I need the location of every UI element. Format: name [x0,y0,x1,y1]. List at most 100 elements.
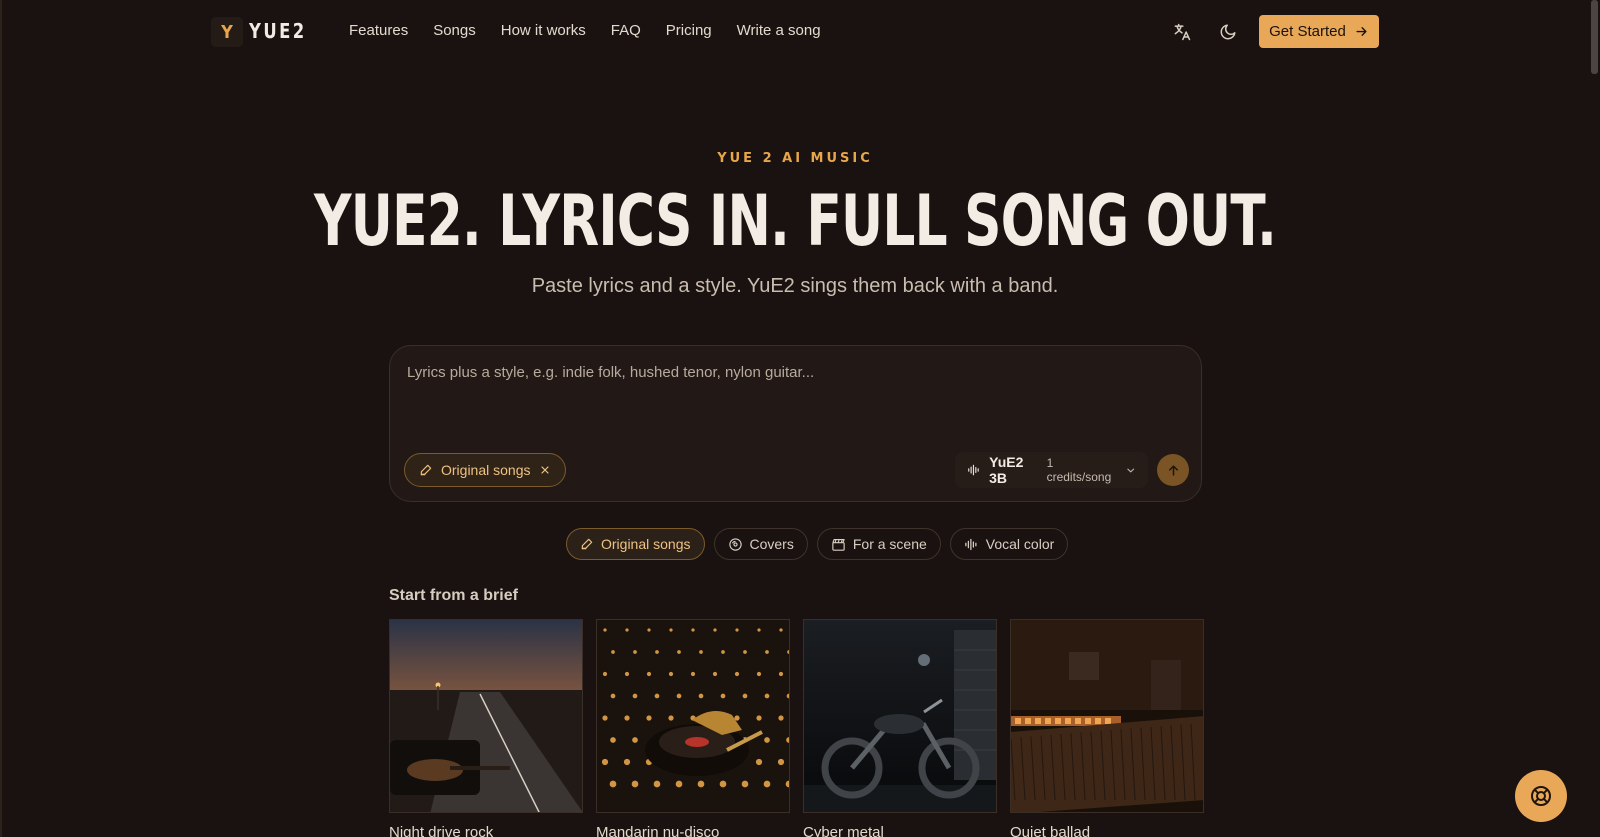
get-started-button[interactable]: Get Started [1259,15,1379,48]
send-button[interactable] [1157,454,1189,486]
mode-vocal-color[interactable]: Vocal color [949,528,1069,560]
chevron-down-icon [1126,468,1134,472]
disco-light-dot [763,780,771,788]
brief-title: Quiet ballad [1010,824,1091,837]
disco-light-dot [610,693,616,699]
nav-how-it-works[interactable]: How it works [501,22,586,39]
logo-mark[interactable]: Y [211,17,243,47]
disco-light-dot [632,693,638,699]
disco-light-dot [719,780,727,788]
disco-light-dot [675,780,683,788]
prompt-box: Original songs YuE2 3B 1 credits/song [389,345,1202,502]
disco-light-dot [734,671,740,677]
disco-floor-image [597,620,789,812]
mode-original-songs[interactable]: Original songs [566,528,705,560]
brief-title: Cyber metal [803,824,884,837]
mode-for-a-scene[interactable]: For a scene [816,528,941,560]
logo-text[interactable]: YUE2 [249,19,307,43]
lifebuoy-icon [1531,786,1551,806]
disco-light-dot [668,671,674,677]
mode-label: Vocal color [985,536,1055,552]
waveform-icon [965,538,977,550]
brief-card-quiet-ballad[interactable]: Quiet ballad [1010,619,1204,837]
disco-light-dot [655,650,659,654]
nav-features[interactable]: Features [349,22,408,39]
disco-light-dot [677,650,681,654]
disco-light-dot [676,693,682,699]
hero-eyebrow: YUE 2 AI MUSIC [717,151,873,166]
console-light [1085,718,1091,724]
disco-light-dot [757,628,761,632]
console-light [1055,718,1061,724]
translate-icon [1174,23,1191,41]
console-light [1095,718,1101,724]
mode-label: Covers [749,536,794,552]
mode-covers[interactable]: Covers [713,528,808,560]
brief-image [389,619,583,813]
disco-light-dot [699,650,703,654]
hero-subtitle: Paste lyrics and a style. YuE2 sings the… [531,275,1059,297]
disco-light-dot [624,715,630,721]
nav-write-a-song[interactable]: Write a song [737,22,821,39]
studio-console-image [1011,620,1203,812]
brief-card-mandarin-nu-disco[interactable]: Mandarin nu-disco [596,619,790,837]
disco-light-dot [779,628,783,632]
model-select[interactable]: YuE2 3B 1 credits/song [955,452,1148,488]
disco-light-dot [755,758,763,766]
console-light [1025,718,1031,724]
help-button[interactable] [1515,770,1567,822]
get-started-label: Get Started [1269,23,1346,40]
brief-card-cyber-metal[interactable]: Cyber metal [803,619,997,837]
theme-toggle[interactable] [1216,20,1240,44]
brief-card-night-drive-rock[interactable]: Night drive rock [389,619,583,837]
mode-label: Original songs [601,536,691,552]
clapperboard-icon [832,538,845,551]
console-light [1035,718,1041,724]
brief-image [803,619,997,813]
lyrics-input[interactable] [407,364,1167,424]
disco-light-dot [646,715,652,721]
console-light [1065,718,1071,724]
brief-cards: Night drive rock Mandarin nu-disco Cyber… [389,619,1204,837]
disco-light-dot [765,650,769,654]
disco-light-dot [713,628,717,632]
close-icon[interactable] [539,464,551,476]
nav-faq[interactable]: FAQ [611,22,641,39]
disco-light-dot [698,693,704,699]
disco-light-dot [669,628,673,632]
model-credits: 1 credits/song [1046,456,1112,484]
active-mode-chip[interactable]: Original songs [404,453,566,487]
disco-light-dot [623,758,631,766]
scrollbar-thumb[interactable] [1591,0,1598,74]
disco-light-dot [668,715,674,721]
disco-light-dot [632,737,638,743]
disco-light-dot [611,650,615,654]
disco-light-dot [653,780,661,788]
logo-letter: Y [221,21,233,43]
mode-label: For a scene [852,536,927,552]
brief-image [1010,619,1204,813]
disco-light-dot [741,780,749,788]
disco-light-dot [720,693,726,699]
disco-light-dot [743,650,747,654]
main-nav: Features Songs How it works FAQ Pricing … [349,22,846,39]
disco-light-dot [610,737,616,743]
disco-light-dot [756,671,762,677]
disco-light-dot [735,628,739,632]
active-mode-label: Original songs [441,462,531,478]
disco-light-dot [609,780,617,788]
disco-light-dot [624,671,630,677]
nav-songs[interactable]: Songs [433,22,476,39]
disco-light-dot [697,780,705,788]
disco-light-dot [756,715,762,721]
disco-light-dot [778,671,784,677]
translate-button[interactable] [1170,20,1194,44]
road-sunset-image [390,620,582,812]
arrow-up-icon [1168,464,1178,476]
nav-pricing[interactable]: Pricing [666,22,712,39]
console-light [1045,718,1051,724]
disco-light-dot [778,715,784,721]
brief-title: Night drive rock [389,824,494,837]
disco-light-dot [777,758,785,766]
disco-light-dot [721,650,725,654]
